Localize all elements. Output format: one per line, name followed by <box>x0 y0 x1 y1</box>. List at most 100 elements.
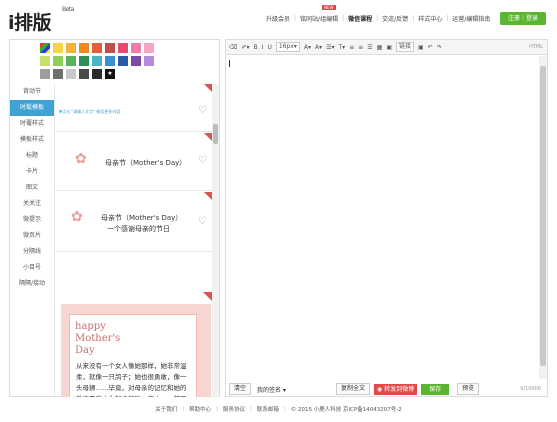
category-item[interactable]: 卡片 <box>10 164 54 180</box>
color-swatch[interactable] <box>53 69 63 79</box>
signature-select[interactable]: 我的签名 ▾ <box>257 385 286 394</box>
template-scrollbar[interactable] <box>212 84 219 397</box>
favorite-heart-icon[interactable]: ♡ <box>198 105 207 116</box>
template-card[interactable]: ✿ 母亲节（Mother's Day） ♡ <box>55 133 212 191</box>
color-swatch[interactable] <box>144 43 154 53</box>
color-swatch[interactable] <box>40 56 50 66</box>
category-item[interactable]: 时覆样式 <box>10 116 54 132</box>
color-swatch[interactable] <box>92 43 102 53</box>
category-item[interactable]: 分隔线 <box>10 244 54 260</box>
logo[interactable]: i排版 Beta <box>8 6 74 35</box>
table-button[interactable]: ▦ <box>377 44 383 51</box>
scroll-thumb[interactable] <box>540 66 546 366</box>
eraser-icon[interactable]: ⌫ <box>229 44 237 51</box>
card-heading: happy Mother's Day <box>75 321 121 356</box>
paragraph-button[interactable]: ☰ <box>367 44 372 51</box>
category-item[interactable]: 隔隔/接动 <box>10 276 54 292</box>
bold-button[interactable]: B <box>254 44 258 51</box>
color-swatch[interactable] <box>66 43 76 53</box>
category-item[interactable]: 微提示 <box>10 212 54 228</box>
favorite-heart-icon[interactable]: ♡ <box>204 396 212 397</box>
custom-color-swatch[interactable]: ★ <box>105 69 115 79</box>
footer: 关于我们 | 帮助中心 | 服务协议 | 联系邮箱 | © 2015 小鹿人科技 京ICP备14… <box>0 403 557 415</box>
beta-label: Beta <box>62 6 74 13</box>
template-title: 母亲节（Mother's Day） <box>101 214 183 222</box>
favorite-heart-icon[interactable]: ♡ <box>198 155 207 166</box>
category-item[interactable]: 标题 <box>10 148 54 164</box>
preview-button[interactable]: 预览 <box>457 383 480 395</box>
nav-style-center[interactable]: 样式中心 <box>414 14 446 23</box>
save-button[interactable]: 保存 <box>421 383 450 395</box>
flower-icon: ✿ <box>75 151 87 167</box>
footer-link[interactable]: 关于我们 <box>150 405 182 413</box>
color-swatch[interactable] <box>79 56 89 66</box>
embed-button[interactable]: ▣ <box>418 44 424 51</box>
color-swatch[interactable] <box>92 56 102 66</box>
italic-button[interactable]: I <box>262 44 264 51</box>
color-swatch[interactable] <box>66 56 76 66</box>
category-item[interactable]: 背动节 <box>10 84 54 100</box>
clear-button[interactable]: 清空 <box>229 383 252 395</box>
swatch-row: ★ <box>40 69 195 79</box>
link-button[interactable]: 链接 <box>395 42 414 52</box>
undo-button[interactable]: ↶ <box>428 44 433 51</box>
format-brush-icon[interactable]: ✐▾ <box>241 44 249 51</box>
color-swatch[interactable] <box>53 56 63 66</box>
corner-badge <box>203 292 212 301</box>
color-swatch[interactable] <box>66 69 76 79</box>
favorite-heart-icon[interactable]: ♡ <box>198 216 207 227</box>
color-swatch[interactable] <box>118 56 128 66</box>
nav-upgrade-vip[interactable]: 升级会员 <box>262 14 294 23</box>
category-item[interactable]: 时髦模板 <box>10 100 54 116</box>
copy-all-button[interactable]: 复制全文 <box>335 383 370 395</box>
login-register-button[interactable]: 注册｜登录 <box>500 12 546 25</box>
font-color-button[interactable]: A▾ <box>304 44 311 51</box>
template-card[interactable]: ✿ 母亲节（Mother's Day） 一个感谢母亲的节日 ♡ <box>55 192 212 252</box>
scroll-thumb[interactable] <box>213 124 218 144</box>
color-swatch[interactable] <box>144 56 154 66</box>
color-swatch[interactable] <box>79 69 89 79</box>
template-subtitle: 一个感谢母亲的节日 <box>107 225 170 233</box>
color-swatch[interactable] <box>92 69 102 79</box>
html-toggle[interactable]: HTML <box>529 44 543 50</box>
color-swatch[interactable] <box>105 43 115 53</box>
header: i排版 Beta 升级会员 | NEW 铭同站/组编辑 | 微信课程 | 交流/… <box>0 0 557 38</box>
color-picker-swatch[interactable] <box>40 43 50 53</box>
footer-link[interactable]: 服务协议 <box>218 405 250 413</box>
underline-button[interactable]: U <box>267 44 271 51</box>
card-frame: happy Mother's Day 从来没有一个女人像她那样，她非常温柔，就像… <box>69 314 197 397</box>
list-select[interactable]: ☰▾ <box>326 44 334 51</box>
color-swatch[interactable] <box>105 56 115 66</box>
nav-site-editor[interactable]: NEW 铭同站/组编辑 <box>296 5 342 23</box>
word-count: 0/10000 <box>520 386 541 392</box>
category-item[interactable]: 图文 <box>10 180 54 196</box>
category-item[interactable]: 微页片 <box>10 228 54 244</box>
image-button[interactable]: ▣ <box>386 44 392 51</box>
align-left-button[interactable]: ≡ <box>349 44 354 51</box>
nav-wechat-course[interactable]: 微信课程 <box>344 14 376 23</box>
footer-link[interactable]: 帮助中心 <box>184 405 216 413</box>
category-item[interactable]: 小目号 <box>10 260 54 276</box>
text-style-select[interactable]: T▾ <box>339 44 346 51</box>
color-swatch[interactable] <box>40 69 50 79</box>
editor-scrollbar[interactable] <box>539 56 547 379</box>
editor-panel: ⌫ ✐▾ B I U 16px▾ A▾ A▾ ☰▾ T▾ ≡ ≡ ☰ ▦ ▣ 链接 ▣ ↶ ↷ HTML 清空 我的签… <box>225 39 548 397</box>
nav-guide[interactable]: 运营/编辑指南 <box>448 14 494 23</box>
color-swatch[interactable] <box>118 43 128 53</box>
template-text: ▼点击 "请输入文字" 微信更多内容 <box>59 109 121 114</box>
share-weibo-button[interactable]: ◉ 转发到微博 <box>373 383 418 395</box>
category-item[interactable]: 关关注 <box>10 196 54 212</box>
footer-link[interactable]: 联系邮箱 <box>252 405 284 413</box>
template-card[interactable]: ▼点击 "请输入文字" 微信更多内容 ♡ <box>55 84 212 132</box>
nav-feedback[interactable]: 交流/反馈 <box>378 14 412 23</box>
redo-button[interactable]: ↷ <box>437 44 442 51</box>
mothers-day-card[interactable]: happy Mother's Day 从来没有一个女人像她那样，她非常温柔，就像… <box>61 304 212 397</box>
color-swatch[interactable] <box>131 43 141 53</box>
color-swatch[interactable] <box>131 56 141 66</box>
color-swatch[interactable] <box>53 43 63 53</box>
background-color-button[interactable]: A▾ <box>315 44 322 51</box>
align-center-button[interactable]: ≡ <box>358 44 363 51</box>
font-size-select[interactable]: 16px▾ <box>275 42 300 52</box>
category-item[interactable]: 模板样式 <box>10 132 54 148</box>
color-swatch[interactable] <box>79 43 89 53</box>
